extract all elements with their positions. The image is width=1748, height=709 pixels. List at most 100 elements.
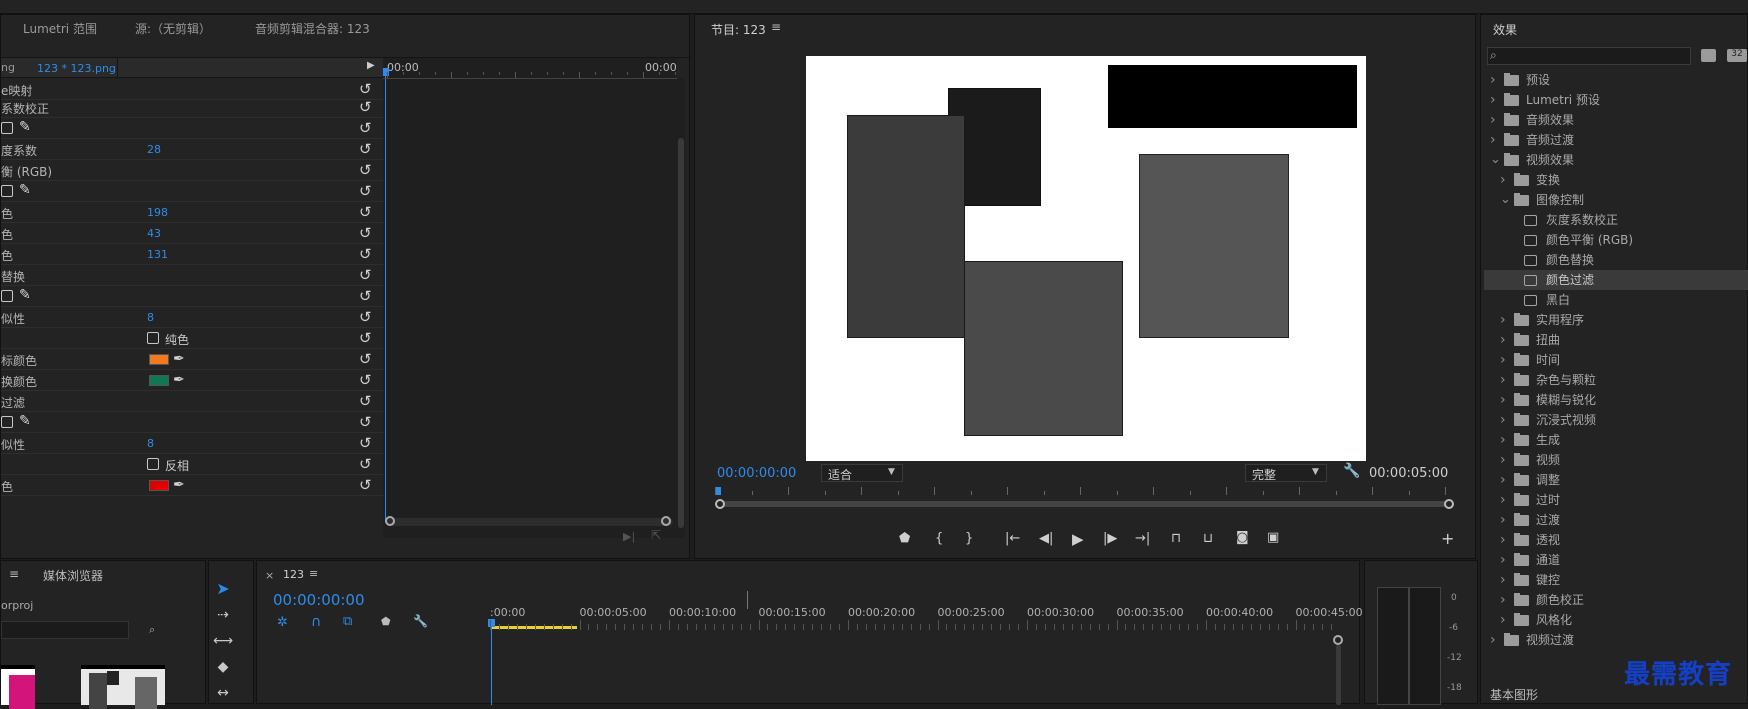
eyedropper-icon[interactable]: ✒ — [173, 477, 185, 493]
effect-folder[interactable]: › 杂色与颗粒 — [1484, 370, 1748, 390]
effect-item[interactable]: 黑白 — [1484, 290, 1748, 310]
effect-folder[interactable]: › 预设 — [1484, 70, 1748, 90]
share-icon[interactable]: ⇱ — [651, 528, 661, 542]
effect-param-row[interactable]: 色 43 ↺ — [1, 223, 383, 244]
mask-ellipse-checkbox[interactable] — [1, 122, 13, 134]
ripple-edit-tool-icon[interactable]: ⟷ — [210, 630, 236, 652]
effect-item[interactable]: 灰度系数校正 — [1484, 210, 1748, 230]
add-marker-icon[interactable]: ⬟ — [381, 615, 391, 628]
effect-folder[interactable]: ⌄ 视频效果 — [1484, 150, 1748, 170]
reset-parameter-icon[interactable]: ↺ — [359, 203, 372, 221]
effect-param-row[interactable]: ✎ ↺ — [1, 412, 383, 433]
effect-folder[interactable]: › 过时 — [1484, 490, 1748, 510]
chevron-right-icon[interactable]: › — [1500, 470, 1506, 490]
32-bit-effects-icon[interactable]: 32 — [1727, 49, 1747, 62]
effect-param-row[interactable]: 纯色 ↺ — [1, 328, 383, 349]
vertical-scrollbar[interactable] — [677, 78, 685, 538]
effect-folder[interactable]: › 视频过渡 — [1484, 630, 1748, 650]
param-value[interactable]: 43 — [147, 227, 161, 240]
effect-param-row[interactable]: ✎ ↺ — [1, 181, 383, 202]
settings-wrench-icon[interactable]: 🔧 — [413, 614, 428, 628]
tab-media-browser[interactable]: 媒体浏览器 — [43, 567, 103, 584]
playhead-marker[interactable] — [383, 68, 389, 76]
effect-param-row[interactable]: 过滤 ↺ — [1, 391, 383, 412]
effect-folder[interactable]: › 时间 — [1484, 350, 1748, 370]
reset-parameter-icon[interactable]: ↺ — [359, 434, 372, 452]
chevron-right-icon[interactable]: › — [1500, 390, 1506, 410]
search-bin-icon[interactable]: ⌕ — [149, 623, 155, 637]
step-back-icon[interactable]: ◀| — [1039, 531, 1053, 546]
param-value[interactable]: 28 — [147, 143, 161, 156]
effect-folder[interactable]: › 实用程序 — [1484, 310, 1748, 330]
reset-parameter-icon[interactable]: ↺ — [359, 266, 372, 284]
scrub-track[interactable] — [719, 501, 1449, 507]
play-icon[interactable]: ▶ — [1072, 530, 1084, 548]
mark-out-icon[interactable]: } — [965, 531, 973, 546]
timeline-vscroll-track[interactable] — [1336, 645, 1341, 705]
chevron-down-icon[interactable]: ⌄ — [1490, 150, 1501, 170]
effect-param-row[interactable]: 替换 ↺ — [1, 265, 383, 286]
chevron-right-icon[interactable]: › — [1500, 590, 1506, 610]
param-value[interactable]: 8 — [147, 437, 154, 450]
chevron-right-icon[interactable]: › — [1500, 310, 1506, 330]
color-swatch[interactable] — [149, 354, 169, 365]
camera-icon[interactable]: ◙ — [1236, 530, 1249, 545]
reset-parameter-icon[interactable]: ↺ — [359, 98, 372, 116]
effect-param-row[interactable]: 反相 ↺ — [1, 454, 383, 475]
chevron-right-icon[interactable]: › — [1500, 350, 1506, 370]
effect-folder[interactable]: › 模糊与锐化 — [1484, 390, 1748, 410]
snap-icon[interactable]: ∩ — [311, 614, 321, 630]
effect-param-row[interactable]: 换颜色 ✒ ↺ — [1, 370, 383, 391]
extract-icon[interactable]: ⊔ — [1203, 531, 1213, 546]
effect-folder[interactable]: › 过渡 — [1484, 510, 1748, 530]
chevron-right-icon[interactable]: › — [1490, 630, 1496, 650]
eyedropper-icon[interactable]: ✒ — [173, 351, 185, 367]
param-checkbox[interactable] — [147, 458, 159, 470]
param-value[interactable]: 8 — [147, 311, 154, 324]
effect-folder[interactable]: › 风格化 — [1484, 610, 1748, 630]
mask-ellipse-checkbox[interactable] — [1, 416, 13, 428]
project-menu-icon[interactable]: ≡ — [9, 567, 19, 581]
effect-folder[interactable]: ⌄ 图像控制 — [1484, 190, 1748, 210]
chevron-right-icon[interactable]: › — [1500, 550, 1506, 570]
chevron-right-icon[interactable]: › — [1500, 430, 1506, 450]
slip-tool-icon[interactable]: ↔ — [210, 682, 236, 704]
effect-param-row[interactable]: 似性 8 ↺ — [1, 307, 383, 328]
eyedropper-icon[interactable]: ✒ — [173, 372, 185, 388]
add-button-icon[interactable]: + — [1441, 529, 1454, 548]
play-triangle-icon[interactable]: ▶ — [367, 60, 375, 71]
export-frame-icon[interactable]: ▶| — [623, 530, 635, 543]
scroll-handle-right[interactable] — [661, 516, 671, 526]
effect-param-row[interactable]: 似性 8 ↺ — [1, 433, 383, 454]
timeline-vscroll-handle[interactable] — [1333, 635, 1343, 645]
reset-parameter-icon[interactable]: ↺ — [359, 329, 372, 347]
nest-toggle-icon[interactable]: ✲ — [277, 615, 288, 630]
effect-param-row[interactable]: ✎ ↺ — [1, 286, 383, 307]
effect-folder[interactable]: › 键控 — [1484, 570, 1748, 590]
reset-parameter-icon[interactable]: ↺ — [359, 287, 372, 305]
wrench-icon[interactable]: 🔧 — [1343, 463, 1360, 479]
chevron-down-icon[interactable]: ⌄ — [1500, 190, 1511, 210]
sequence-tab[interactable]: 123 — [283, 568, 304, 581]
chevron-right-icon[interactable]: › — [1500, 450, 1506, 470]
param-checkbox[interactable] — [147, 332, 159, 344]
project-search-input[interactable] — [1, 621, 129, 639]
chevron-right-icon[interactable]: › — [1500, 330, 1506, 350]
add-marker-icon[interactable]: ⬟ — [899, 531, 910, 546]
chevron-right-icon[interactable]: › — [1490, 110, 1496, 130]
effect-param-row[interactable]: 色 ✒ ↺ — [1, 475, 383, 496]
effect-folder[interactable]: › 音频效果 — [1484, 110, 1748, 130]
tab-audio-clip-mixer[interactable]: 音频剪辑混合器: 123 — [255, 15, 370, 43]
tab-lumetri-scopes[interactable]: Lumetri 范围 — [23, 15, 97, 43]
mask-ellipse-checkbox[interactable] — [1, 290, 13, 302]
effect-folder[interactable]: › 变换 — [1484, 170, 1748, 190]
tab-source[interactable]: 源:（无剪辑） — [135, 15, 211, 43]
chevron-right-icon[interactable]: › — [1490, 90, 1496, 110]
param-value[interactable]: 198 — [147, 206, 168, 219]
go-to-in-icon[interactable]: |← — [1005, 531, 1020, 546]
effect-param-row[interactable]: 色 198 ↺ — [1, 202, 383, 223]
selection-tool-icon[interactable]: ➤ — [210, 578, 236, 600]
effect-folder[interactable]: › 颜色校正 — [1484, 590, 1748, 610]
effect-param-row[interactable]: 度系数 28 ↺ — [1, 139, 383, 160]
effect-folder[interactable]: › 视频 — [1484, 450, 1748, 470]
